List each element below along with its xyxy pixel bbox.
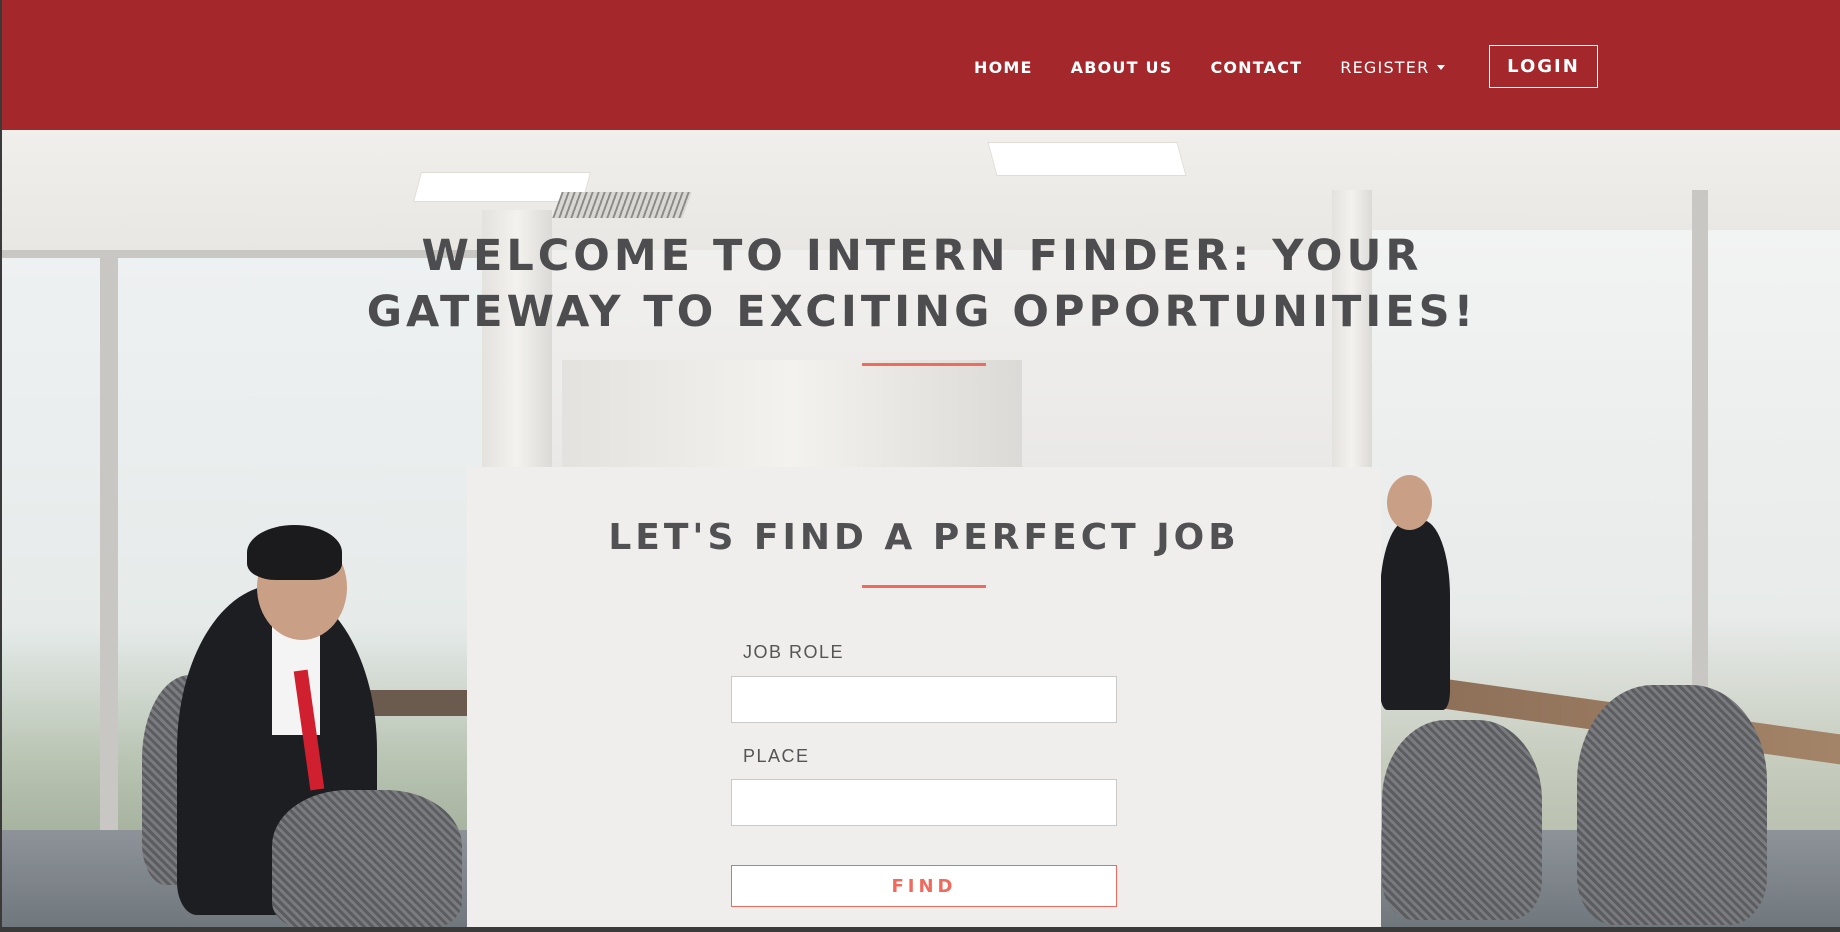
nav-link-about-us[interactable]: ABOUT US <box>1071 58 1173 77</box>
nav-link-contact[interactable]: CONTACT <box>1210 58 1302 77</box>
head <box>1387 475 1432 530</box>
caret-down-icon <box>1437 64 1446 70</box>
nav-links: HOME ABOUT US CONTACT REGISTER <box>974 45 1483 89</box>
window-frame <box>100 250 118 927</box>
place-input[interactable] <box>731 779 1117 826</box>
nav-link-home[interactable]: HOME <box>974 58 1033 77</box>
office-chair <box>272 790 462 927</box>
hero-title-line1: WELCOME TO INTERN FINDER: YOUR <box>421 231 1423 281</box>
nav-link-register-label: REGISTER <box>1340 57 1430 77</box>
job-search-card: LET'S FIND A PERFECT JOB JOB ROLE PLACE … <box>467 467 1381 927</box>
person-seated <box>1380 520 1450 710</box>
hero-divider <box>862 363 986 366</box>
login-button[interactable]: LOGIN <box>1489 45 1598 88</box>
hero-title-line2: GATEWAY TO EXCITING OPPORTUNITIES! <box>366 287 1478 337</box>
air-vent <box>552 192 692 218</box>
card-divider <box>862 585 986 588</box>
navbar: HOME ABOUT US CONTACT REGISTER LOGIN <box>2 0 1840 130</box>
card-title: LET'S FIND A PERFECT JOB <box>608 517 1240 558</box>
place-label: PLACE <box>743 746 810 766</box>
office-chair <box>1382 720 1542 920</box>
find-button[interactable]: FIND <box>731 865 1117 907</box>
page: HOME ABOUT US CONTACT REGISTER LOGIN WEL… <box>2 0 1840 927</box>
job-role-label: JOB ROLE <box>743 642 845 662</box>
job-role-input[interactable] <box>731 676 1117 723</box>
office-chair <box>1577 685 1767 925</box>
hair <box>247 525 342 580</box>
ceiling-light <box>987 142 1187 176</box>
nav-link-register-dropdown[interactable]: REGISTER <box>1340 57 1446 77</box>
hero-title: WELCOME TO INTERN FINDER: YOUR GATEWAY T… <box>302 228 1542 340</box>
desk <box>362 690 482 716</box>
